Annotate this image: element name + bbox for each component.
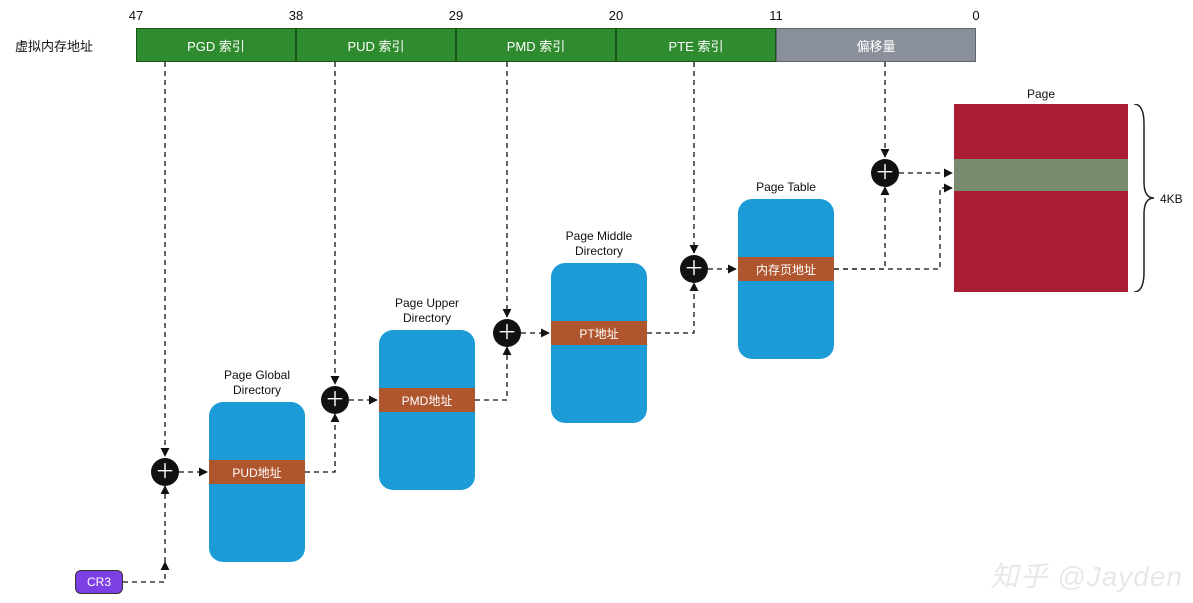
segment-pmd: PMD 索引 <box>456 28 616 62</box>
add-node-pmd: ＋ <box>493 319 521 347</box>
pgd-box: PUD地址 <box>209 402 305 562</box>
bit-tick-38: 38 <box>289 8 303 23</box>
segment-offset: 偏移量 <box>776 28 976 62</box>
virtual-address-label: 虚拟内存地址 <box>15 36 93 55</box>
pmd-band: PT地址 <box>551 321 647 345</box>
cr3-register: CR3 <box>75 570 123 594</box>
bit-tick-11: 11 <box>769 8 783 23</box>
bit-tick-20: 20 <box>609 8 623 23</box>
watermark: 知乎 @Jayden <box>991 555 1184 595</box>
bit-tick-0: 0 <box>972 8 979 23</box>
segment-pud: PUD 索引 <box>296 28 456 62</box>
pud-title: Page UpperDirectory <box>367 296 487 326</box>
pt-band: 内存页地址 <box>738 257 834 281</box>
page-slot <box>954 159 1128 191</box>
add-node-page: ＋ <box>871 159 899 187</box>
pgd-title: Page GlobalDirectory <box>197 368 317 398</box>
segment-pgd: PGD 索引 <box>136 28 296 62</box>
bit-tick-47: 47 <box>129 8 143 23</box>
page-size-label: 4KB <box>1160 192 1183 206</box>
pud-box: PMD地址 <box>379 330 475 490</box>
bit-tick-29: 29 <box>449 8 463 23</box>
pud-band: PMD地址 <box>379 388 475 412</box>
pt-title: Page Table <box>726 180 846 195</box>
diagram-canvas: 47 38 29 20 11 0 虚拟内存地址 PGD 索引 PUD 索引 PM… <box>0 0 1193 603</box>
pt-box: 内存页地址 <box>738 199 834 359</box>
page-box <box>954 104 1128 292</box>
add-node-pud: ＋ <box>321 386 349 414</box>
brace-icon <box>1130 104 1160 292</box>
segment-pte: PTE 索引 <box>616 28 776 62</box>
pmd-box: PT地址 <box>551 263 647 423</box>
pmd-title: Page MiddleDirectory <box>539 229 659 259</box>
add-node-pt: ＋ <box>680 255 708 283</box>
add-node-pgd: ＋ <box>151 458 179 486</box>
page-title: Page <box>1027 87 1055 101</box>
pgd-band: PUD地址 <box>209 460 305 484</box>
